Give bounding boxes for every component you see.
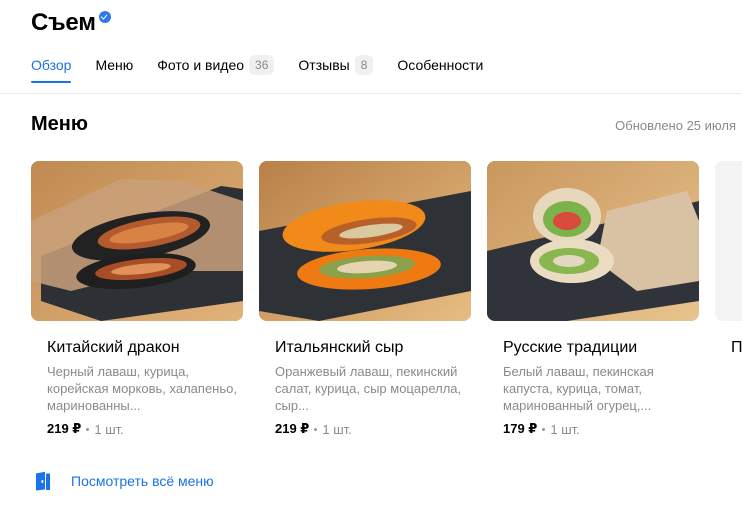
menu-item-name: Итальянский сыр xyxy=(275,339,404,356)
separator-dot-icon xyxy=(314,427,318,431)
menu-item-price: 219 ₽ xyxy=(275,421,310,436)
see-all-menu-label: Посмотреть всё меню xyxy=(71,473,214,489)
tab-reviews[interactable]: Отзывы 8 xyxy=(298,54,374,76)
menu-item-description: Белый лаваш, пекинская капуста, курица, … xyxy=(503,364,654,413)
menu-section-title: Меню xyxy=(31,113,88,135)
tab-photos-videos[interactable]: Фото и видео 36 xyxy=(157,54,275,76)
menu-item-price: 219 ₽ xyxy=(47,421,82,436)
see-all-menu-link[interactable]: Посмотреть всё меню xyxy=(35,471,214,491)
menu-item-description: Черный лаваш, курица, корейская морковь,… xyxy=(47,364,237,413)
menu-item-photo[interactable] xyxy=(259,161,471,321)
tab-label: Особенности xyxy=(397,57,484,73)
verified-badge-icon xyxy=(98,11,111,23)
org-title: Съем xyxy=(31,9,96,36)
tab-features[interactable]: Особенности xyxy=(397,54,483,76)
menu-item-description: Оранжевый лаваш, пекинский салат, курица… xyxy=(275,364,462,413)
tab-bar: Обзор Меню Фото и видео 36 Отзывы 8 Особен… xyxy=(31,54,507,86)
menu-item-unit: 1 шт. xyxy=(322,421,352,437)
menu-item-unit: 1 шт. xyxy=(94,421,124,437)
tab-label: Отзывы xyxy=(298,57,350,73)
menu-item-card[interactable]: Русские традиции Белый лаваш, пекинская … xyxy=(487,161,699,437)
menu-item-price-row: 219 ₽ 1 шт. xyxy=(47,421,243,437)
menu-item-name: Русские традиции xyxy=(503,339,638,356)
menu-item-photo[interactable] xyxy=(487,161,699,321)
tabs-divider xyxy=(0,93,742,94)
menu-item-unit: 1 шт. xyxy=(550,421,580,437)
menu-item-price-row: 179 ₽ 1 шт. xyxy=(503,421,699,437)
org-header: Съем xyxy=(31,8,111,38)
menu-updated-date: Обновлено 25 июля xyxy=(615,118,736,133)
wrap-orange-photo xyxy=(259,161,471,321)
menu-item-price-row: 219 ₽ 1 шт. xyxy=(275,421,471,437)
separator-dot-icon xyxy=(542,427,546,431)
menu-item-name-partial: П xyxy=(731,339,742,356)
tab-label: Фото и видео xyxy=(157,57,245,73)
menu-item-price: 179 ₽ xyxy=(503,421,538,436)
menu-item-name: Китайский дракон xyxy=(47,339,180,356)
tab-count-badge: 8 xyxy=(354,55,374,75)
separator-dot-icon xyxy=(86,427,90,431)
menu-book-icon xyxy=(36,471,50,491)
menu-item-photo[interactable] xyxy=(31,161,243,321)
menu-item-card[interactable]: Китайский дракон Черный лаваш, курица, к… xyxy=(31,161,243,437)
wrap-black-photo xyxy=(31,161,243,321)
tab-label: Меню xyxy=(95,57,134,73)
wrap-white-photo xyxy=(487,161,699,321)
tab-label: Обзор xyxy=(31,57,72,73)
menu-item-photo-partial[interactable] xyxy=(715,161,742,321)
tab-menu[interactable]: Меню xyxy=(95,54,133,76)
tab-overview[interactable]: Обзор xyxy=(31,54,72,83)
tab-count-badge: 36 xyxy=(249,55,275,75)
menu-item-card[interactable]: Итальянский сыр Оранжевый лаваш, пекинск… xyxy=(259,161,471,437)
